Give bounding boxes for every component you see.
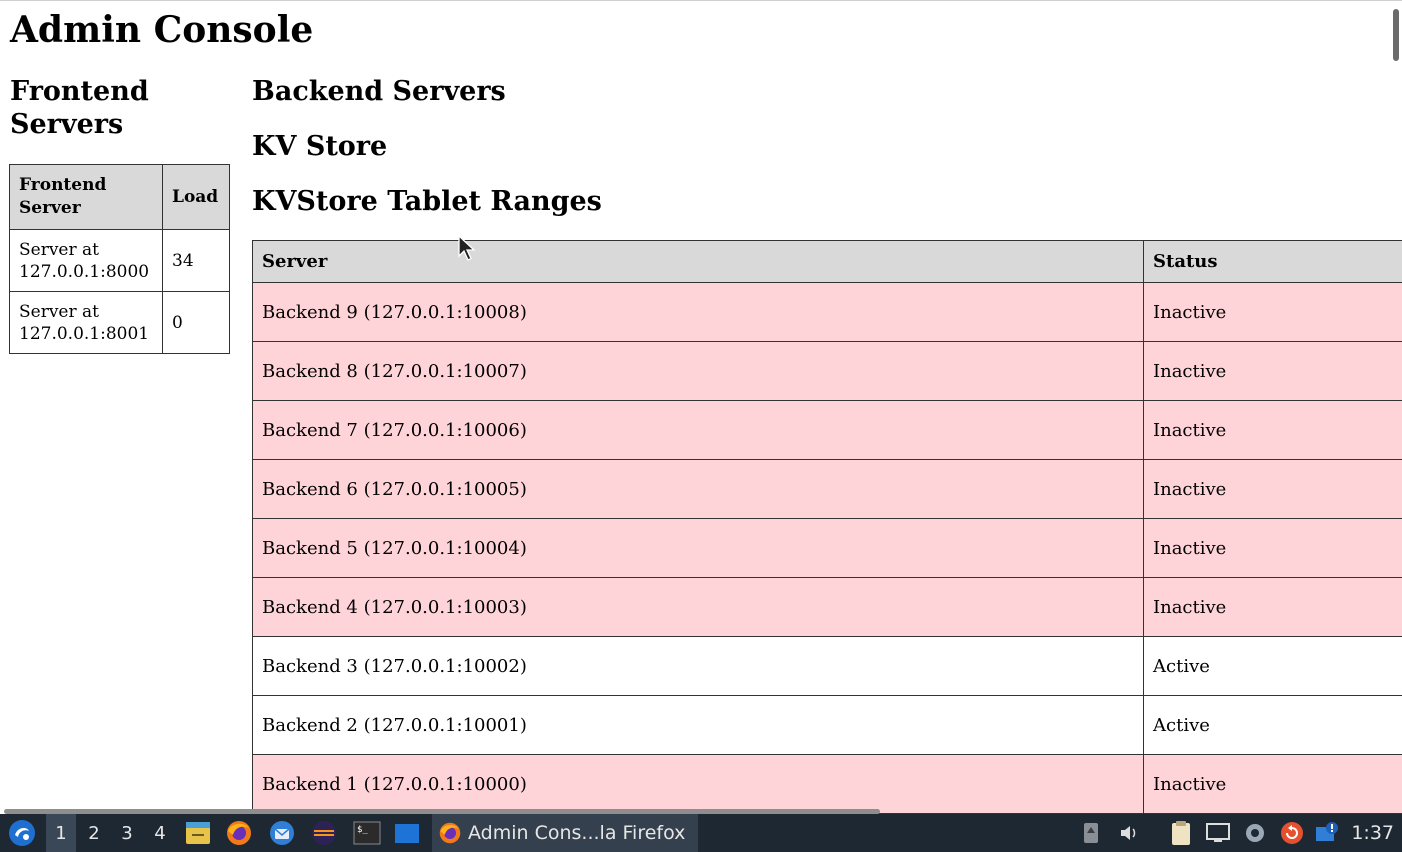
table-row: Backend 7 (127.0.0.1:10006) Inactive bbox=[252, 400, 1402, 460]
server-cell: Backend 6 (127.0.0.1:10005) bbox=[252, 459, 1144, 519]
status-cell: Inactive bbox=[1143, 518, 1402, 578]
server-cell: Backend 5 (127.0.0.1:10004) bbox=[252, 518, 1144, 578]
status-cell: Inactive bbox=[1143, 282, 1402, 342]
server-cell: Backend 3 (127.0.0.1:10002) bbox=[252, 636, 1144, 696]
column-header-server: Server bbox=[252, 240, 1144, 283]
vertical-scrollbar[interactable] bbox=[1388, 1, 1402, 814]
terminal-icon[interactable]: $_ bbox=[349, 814, 385, 852]
frontend-servers-table: Frontend Server Load Server at 127.0.0.1… bbox=[9, 164, 230, 354]
status-cell: Inactive bbox=[1143, 577, 1402, 637]
table-header-row: Frontend Server Load bbox=[9, 164, 230, 230]
update-icon[interactable] bbox=[1276, 814, 1308, 852]
vertical-scrollbar-thumb[interactable] bbox=[1393, 9, 1399, 61]
table-row: Backend 5 (127.0.0.1:10004) Inactive bbox=[252, 518, 1402, 578]
status-cell: Active bbox=[1143, 636, 1402, 696]
browser-viewport: Admin Console Frontend Servers Frontend … bbox=[0, 0, 1402, 814]
svg-text:$_: $_ bbox=[357, 825, 368, 835]
table-row: Backend 9 (127.0.0.1:10008) Inactive bbox=[252, 282, 1402, 342]
thunderbird-icon[interactable] bbox=[264, 814, 300, 852]
column-header-status: Status bbox=[1143, 240, 1402, 283]
column-header-load: Load bbox=[162, 164, 230, 230]
status-cell: Inactive bbox=[1143, 400, 1402, 460]
status-cell: Inactive bbox=[1143, 754, 1402, 814]
clock[interactable]: 1:37 bbox=[1351, 814, 1394, 852]
firefox-icon bbox=[439, 822, 461, 844]
taskbar: 1 2 3 4 $_ Admin Cons...la Firefox 1:37 bbox=[0, 814, 1402, 852]
table-header-row: Server Status bbox=[252, 240, 1402, 283]
load-cell: 34 bbox=[162, 229, 230, 292]
table-row: Backend 8 (127.0.0.1:10007) Inactive bbox=[252, 341, 1402, 401]
status-cell: Active bbox=[1143, 695, 1402, 755]
volume-icon[interactable] bbox=[1114, 814, 1144, 852]
table-row: Backend 6 (127.0.0.1:10005) Inactive bbox=[252, 459, 1402, 519]
table-row: Backend 4 (127.0.0.1:10003) Inactive bbox=[252, 577, 1402, 637]
table-row: Backend 1 (127.0.0.1:10000) Inactive bbox=[252, 754, 1402, 814]
firefox-icon[interactable] bbox=[221, 814, 257, 852]
backend-servers-table: Server Status Backend 9 (127.0.0.1:10008… bbox=[252, 240, 1402, 814]
workspace-3[interactable]: 3 bbox=[112, 814, 142, 852]
file-manager-icon[interactable] bbox=[180, 814, 216, 852]
load-cell: 0 bbox=[162, 291, 230, 354]
workspace-1[interactable]: 1 bbox=[46, 814, 76, 852]
frontend-server-cell: Server at 127.0.0.1:8001 bbox=[9, 291, 163, 354]
status-cell: Inactive bbox=[1143, 459, 1402, 519]
eclipse-icon[interactable] bbox=[306, 814, 342, 852]
table-row: Backend 2 (127.0.0.1:10001) Active bbox=[252, 695, 1402, 755]
start-menu-icon[interactable] bbox=[4, 814, 40, 852]
taskbar-window-title: Admin Cons...la Firefox bbox=[468, 822, 686, 844]
mouse-cursor-icon bbox=[458, 235, 476, 261]
page-title: Admin Console bbox=[10, 9, 314, 51]
server-cell: Backend 4 (127.0.0.1:10003) bbox=[252, 577, 1144, 637]
desktop-icon[interactable] bbox=[390, 814, 424, 852]
clipboard-icon[interactable] bbox=[1165, 814, 1197, 852]
display-icon[interactable] bbox=[1202, 814, 1234, 852]
frontend-server-cell: Server at 127.0.0.1:8000 bbox=[9, 229, 163, 292]
notification-icon[interactable] bbox=[1312, 814, 1342, 852]
server-cell: Backend 8 (127.0.0.1:10007) bbox=[252, 341, 1144, 401]
table-row: Server at 127.0.0.1:8000 34 bbox=[9, 229, 230, 292]
tablet-ranges-heading: KVStore Tablet Ranges bbox=[252, 186, 602, 217]
settings-icon[interactable] bbox=[1240, 814, 1270, 852]
table-row: Server at 127.0.0.1:8001 0 bbox=[9, 291, 230, 354]
workspace-4[interactable]: 4 bbox=[145, 814, 175, 852]
server-cell: Backend 1 (127.0.0.1:10000) bbox=[252, 754, 1144, 814]
frontend-servers-heading: Frontend Servers bbox=[10, 76, 149, 140]
server-cell: Backend 9 (127.0.0.1:10008) bbox=[252, 282, 1144, 342]
workspace-2[interactable]: 2 bbox=[79, 814, 109, 852]
server-cell: Backend 2 (127.0.0.1:10001) bbox=[252, 695, 1144, 755]
backend-servers-heading: Backend Servers bbox=[252, 76, 506, 107]
column-header-frontend-server: Frontend Server bbox=[9, 164, 163, 230]
server-cell: Backend 7 (127.0.0.1:10006) bbox=[252, 400, 1144, 460]
status-cell: Inactive bbox=[1143, 341, 1402, 401]
taskbar-window-firefox[interactable]: Admin Cons...la Firefox bbox=[432, 814, 698, 852]
table-row: Backend 3 (127.0.0.1:10002) Active bbox=[252, 636, 1402, 696]
kv-store-heading: KV Store bbox=[252, 131, 388, 162]
usb-icon[interactable] bbox=[1076, 814, 1106, 852]
